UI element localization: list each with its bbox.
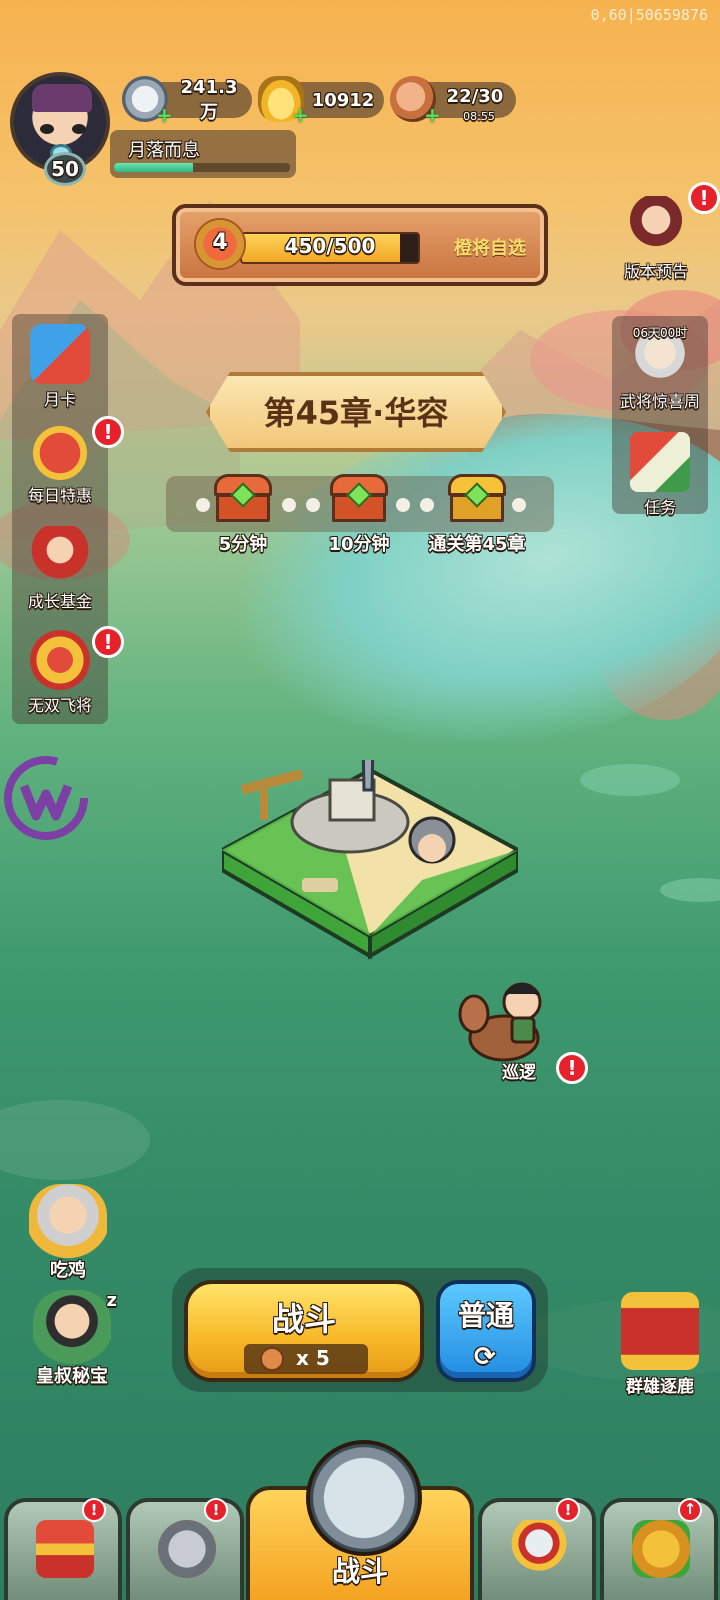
generals-alert-icon: ! [204, 1498, 228, 1522]
avatar-eye [72, 124, 86, 134]
player-name: 月落而息 [128, 140, 200, 161]
silver-amount: 241.3万 [180, 76, 238, 123]
meat-leg-icon [260, 1347, 284, 1371]
gold-amount: 10912 [311, 89, 375, 111]
nav-tab-upgrade[interactable]: ↑ [600, 1498, 718, 1600]
growth-fund-icon [30, 526, 90, 586]
chest-10min-icon[interactable] [330, 474, 388, 522]
stamina-timer: 08:55 [463, 110, 495, 123]
recruit-progress-text: 450/500 [284, 234, 376, 258]
player-xp-bar [114, 163, 290, 172]
version-preview-button[interactable]: 版本预告 ! [610, 182, 720, 282]
battle-button-label: 战斗 [271, 1300, 336, 1338]
left-menu-item-1[interactable]: 每日特惠! [14, 416, 124, 506]
battle-button[interactable]: 战斗 x 5 [184, 1280, 424, 1382]
player-level-badge: 50 [44, 152, 86, 186]
patrol-label: 巡逻 [502, 1063, 536, 1083]
chest-chapter-clear-icon[interactable] [448, 474, 506, 522]
chest-label-chapter-clear: 通关第45章 [428, 534, 526, 555]
chest-5min-icon[interactable] [214, 474, 272, 522]
nav-tab-city[interactable]: ! [4, 1498, 122, 1600]
upgrade-arrow-icon: ↑ [678, 1498, 702, 1522]
player-avatar[interactable]: 50 [10, 72, 116, 186]
add-stamina-icon[interactable]: + [424, 105, 441, 125]
player-xp-fill [114, 163, 194, 172]
uncle-treasure-button[interactable]: z 皇叔秘宝 [24, 1290, 120, 1388]
stamina-resource[interactable]: + 22/30 08:55 [390, 76, 516, 125]
surprise-week-label: 武将惊喜周 [619, 392, 700, 411]
left-menu-label: 无双飞将 [27, 696, 92, 715]
month-card-icon [30, 324, 90, 384]
stage-island[interactable] [222, 760, 518, 960]
sleeping-uncle-icon: z [33, 1290, 117, 1368]
sage-general-icon: 06天00时 [630, 326, 690, 386]
battle-cost-value: x 5 [296, 1346, 330, 1370]
nav-battle-label: 战斗 [331, 1555, 388, 1588]
heroes-contest-label: 群雄逐鹿 [626, 1377, 694, 1397]
stamina-amount: 22/30 [446, 86, 504, 107]
heroes-contest-button[interactable]: 群雄逐鹿 [612, 1292, 708, 1397]
track-dot [420, 498, 434, 512]
general-surprise-week-button[interactable]: 06天00时 武将惊喜周 [614, 326, 706, 412]
left-menu-alert-icon: ! [92, 416, 124, 448]
track-dot [306, 498, 320, 512]
recruit-progress-banner[interactable]: 450/500 4 橙将自选 [172, 204, 548, 286]
eat-chicken-button[interactable]: 吃鸡 [20, 1184, 116, 1282]
add-silver-icon[interactable]: + [156, 105, 173, 125]
left-menu-label: 每日特惠 [27, 486, 92, 505]
left-menu-label: 月卡 [43, 390, 76, 409]
daily-deal-icon [30, 420, 90, 480]
version-preview-alert-icon: ! [688, 182, 720, 214]
silver-resource[interactable]: + 241.3万 [122, 76, 252, 125]
left-menu-item-3[interactable]: 无双飞将! [14, 626, 124, 716]
gold-resource[interactable]: + 10912 [258, 76, 384, 125]
track-dot [282, 498, 296, 512]
watermark-text: 0,60|50659876 [590, 6, 708, 24]
w-logo-icon[interactable] [2, 754, 90, 842]
choose-general-button[interactable]: 橙将自选 [454, 234, 526, 260]
city-alert-icon: ! [82, 1498, 106, 1522]
track-dot [512, 498, 526, 512]
avatar-hat [32, 84, 92, 112]
version-preview-label: 版本预告 [623, 262, 688, 281]
chest-label-10min: 10分钟 [328, 534, 390, 555]
mode-label: 普通 [457, 1299, 514, 1332]
refresh-icon: ⟳ [474, 1342, 496, 1372]
surprise-week-timer: 06天00时 [632, 326, 688, 340]
mode-normal-button[interactable]: 普通 ⟳ [436, 1280, 536, 1382]
equipment-alert-icon: ! [556, 1498, 580, 1522]
left-menu-item-0[interactable]: 月卡 [14, 324, 106, 410]
tasks-button[interactable]: 任务 [614, 432, 706, 518]
patrol-alert-icon: ! [556, 1052, 588, 1084]
left-menu-label: 成长基金 [27, 592, 92, 611]
track-dot [396, 498, 410, 512]
war-banner-icon [621, 1292, 699, 1370]
nav-tab-equipment[interactable]: ! [478, 1498, 596, 1600]
chicken-general-icon [29, 1184, 107, 1262]
sleep-z-icon: z [106, 1290, 117, 1311]
chapter-title: 第45章·华容 [263, 394, 449, 432]
scroll-task-icon [630, 432, 690, 492]
rank-badge-icon: 4 [194, 218, 246, 270]
left-menu-item-2[interactable]: 成长基金 [14, 526, 106, 612]
peerless-general-icon [30, 630, 90, 690]
tasks-label: 任务 [643, 498, 676, 517]
pavilion-icon [36, 1520, 94, 1578]
left-menu-alert-icon: ! [92, 626, 124, 658]
fist-upgrade-icon [632, 1520, 690, 1578]
helmet-icon [158, 1520, 216, 1578]
avatar-eye [40, 124, 54, 134]
add-gold-icon[interactable]: + [292, 105, 309, 125]
battle-cost: x 5 [244, 1344, 368, 1374]
star-weapon-icon [510, 1520, 568, 1578]
nav-tab-battle[interactable]: 战斗 [246, 1440, 474, 1600]
nav-tab-generals[interactable]: ! [126, 1498, 244, 1600]
megaphone-girl-icon [626, 196, 686, 256]
chest-label-5min: 5分钟 [218, 534, 268, 555]
player-name-bar[interactable]: 月落而息 [110, 130, 296, 178]
track-dot [196, 498, 210, 512]
crossed-swords-icon [306, 1440, 422, 1556]
